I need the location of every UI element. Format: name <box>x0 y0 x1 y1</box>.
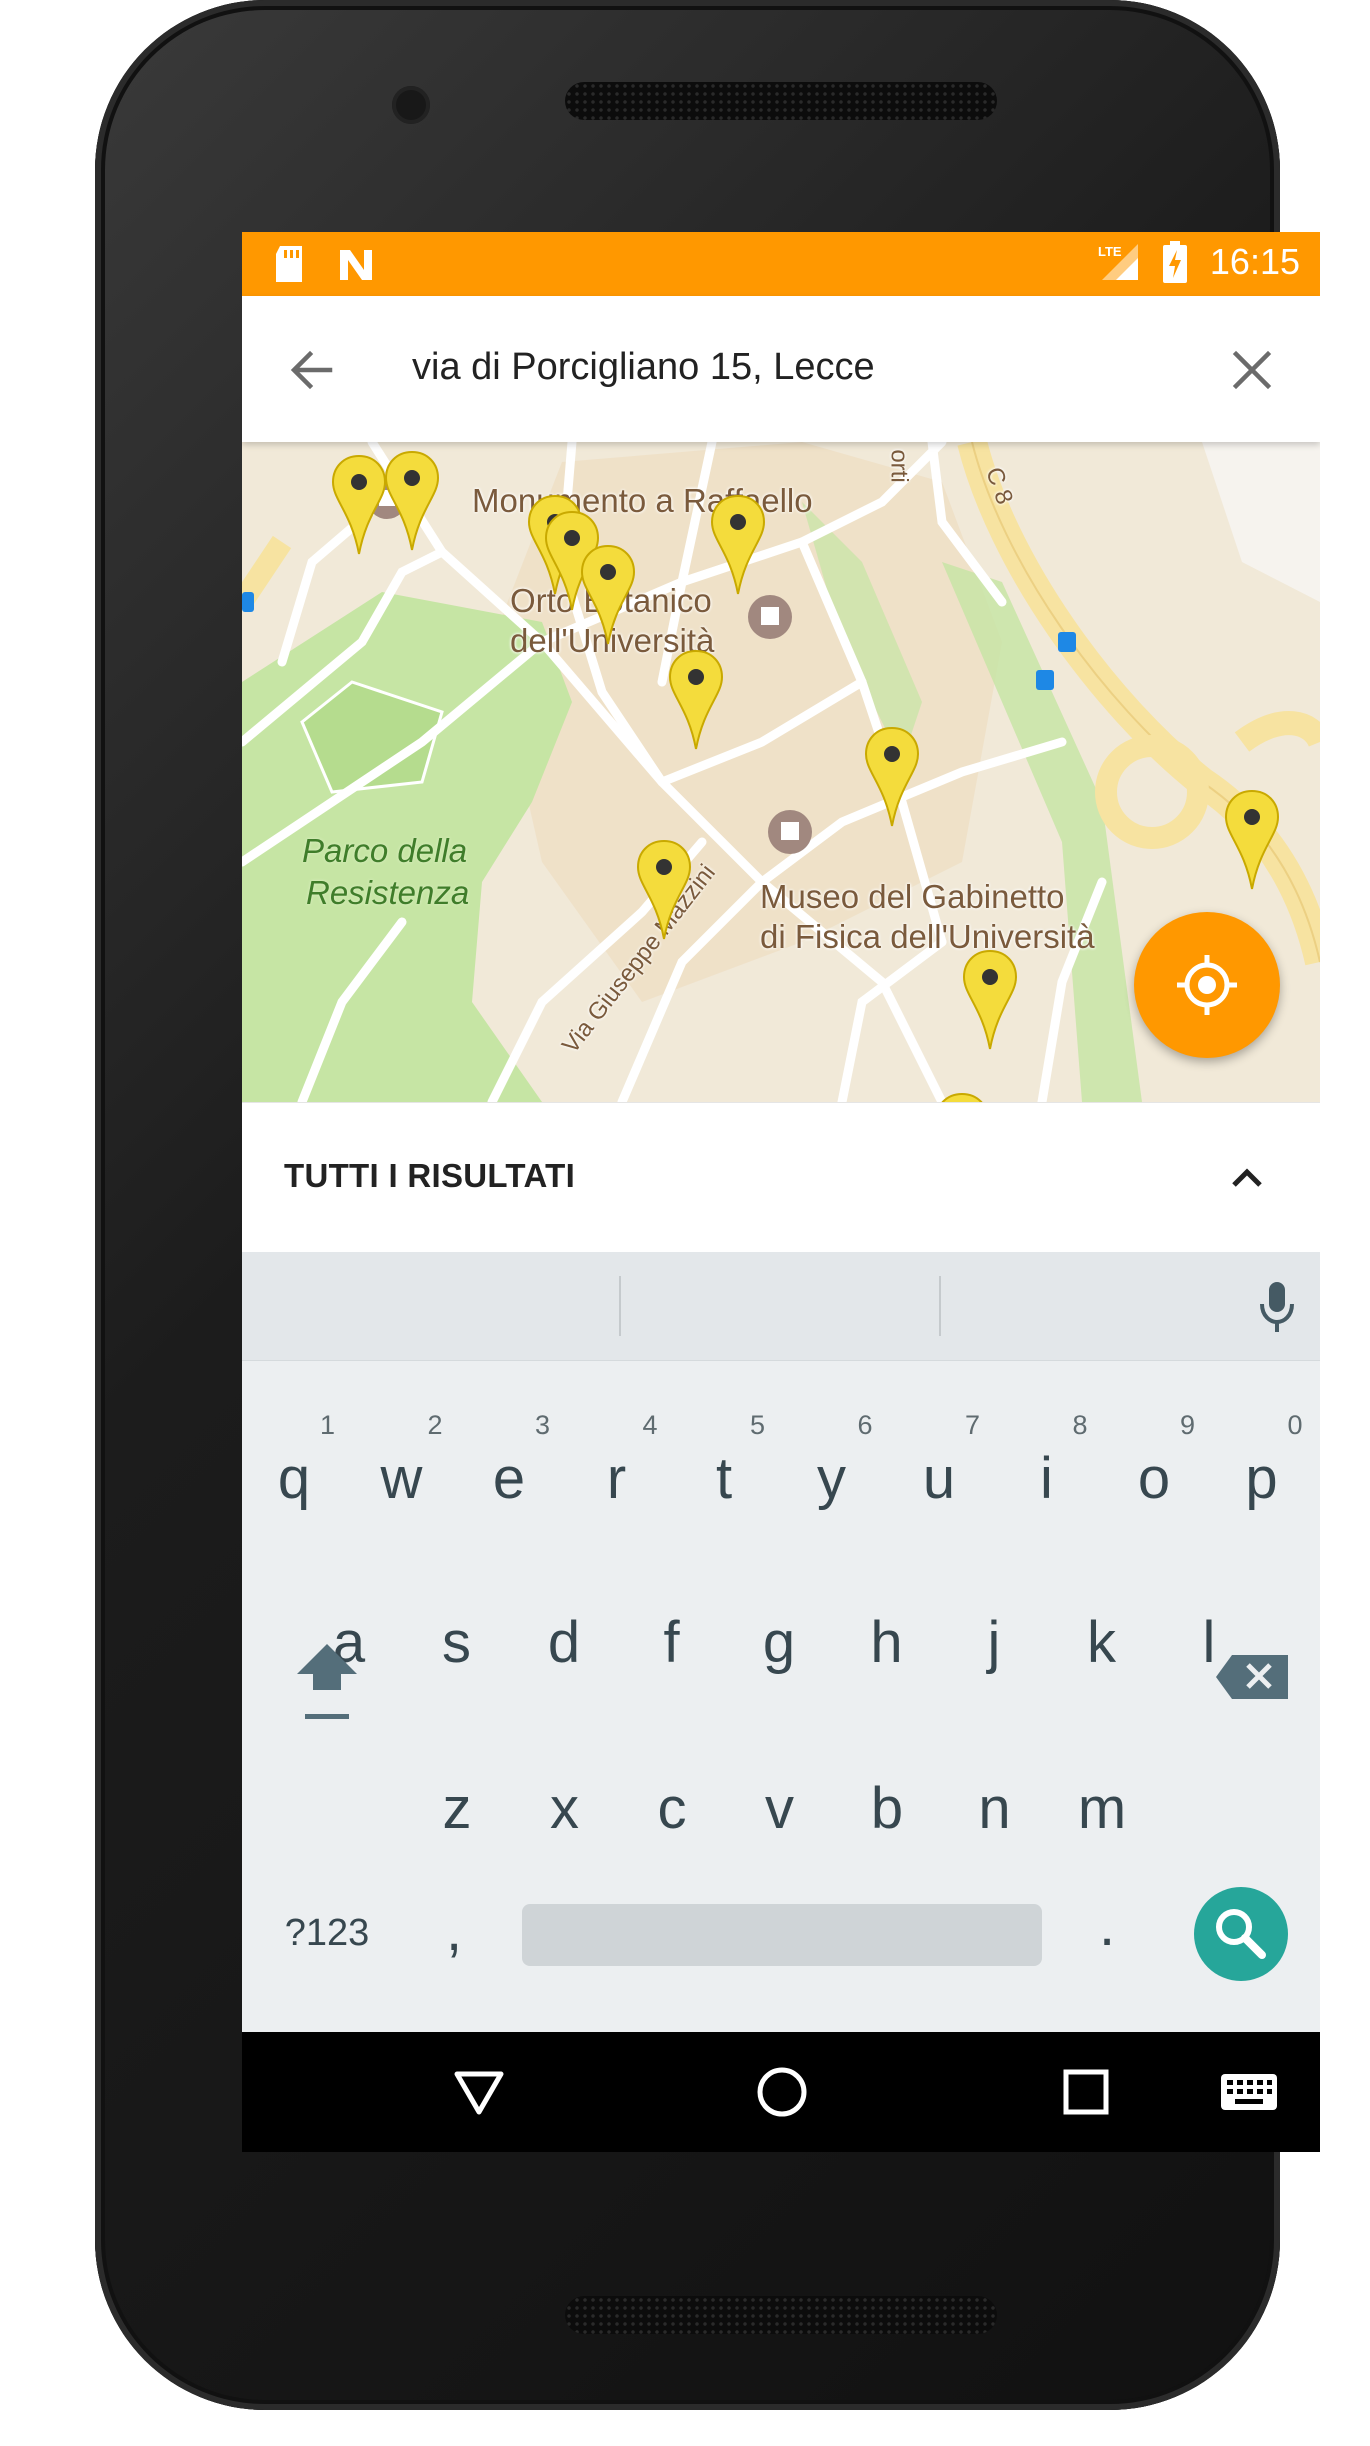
back-arrow-icon[interactable] <box>282 340 342 400</box>
navigation-bar <box>242 2032 1320 2152</box>
key-hint: 8 <box>1072 1410 1088 1440</box>
suggestion-strip <box>242 1252 1320 1361</box>
key-m[interactable]: m <box>1062 1780 1142 1838</box>
key-r[interactable]: r <box>577 1450 657 1508</box>
map-pin[interactable] <box>862 724 922 830</box>
suggestion-divider <box>939 1276 941 1336</box>
key-period[interactable]: . <box>1087 1897 1127 1955</box>
key-b[interactable]: b <box>847 1780 927 1838</box>
chevron-up-icon[interactable] <box>1222 1153 1272 1203</box>
key-f[interactable]: f <box>632 1614 712 1672</box>
map-label-road-top: orti <box>885 449 913 483</box>
map-label-park-2: Resistenza <box>306 874 470 911</box>
key-t[interactable]: t <box>684 1450 764 1508</box>
key-n[interactable]: n <box>955 1780 1035 1838</box>
key-s[interactable]: s <box>417 1614 497 1672</box>
key-hint: 3 <box>535 1410 551 1440</box>
screen: LTE 16:15 via di Porcigliano 15, Lecce M… <box>242 232 1320 2152</box>
home-circle-icon[interactable] <box>750 2060 814 2124</box>
key-hint: 5 <box>750 1410 766 1440</box>
map-label-park-1: Parco della <box>302 832 468 869</box>
keyboard: q1w2e3r4t5y6u7i8o9p0 asdfghjkl zxcvbnm ?… <box>242 1252 1320 2032</box>
results-panel[interactable]: TUTTI I RISULTATI <box>242 1102 1320 1253</box>
microphone-icon[interactable] <box>1252 1280 1302 1334</box>
back-triangle-icon[interactable] <box>447 2060 511 2124</box>
key-d[interactable]: d <box>524 1614 604 1672</box>
key-j[interactable]: j <box>954 1614 1034 1672</box>
key-symbols[interactable]: ?123 <box>272 1914 382 1952</box>
map-label-museum-2: di Fisica dell'Università <box>760 918 1095 955</box>
map-pin[interactable] <box>1222 787 1282 893</box>
phone-frame: LTE 16:15 via di Porcigliano 15, Lecce M… <box>95 0 1320 2410</box>
search-bar: via di Porcigliano 15, Lecce <box>242 296 1320 442</box>
my-location-button[interactable] <box>1134 912 1280 1058</box>
bottom-speaker <box>565 2296 997 2334</box>
key-hint: 9 <box>1180 1410 1196 1440</box>
key-z[interactable]: z <box>417 1780 497 1838</box>
key-hint: 4 <box>642 1410 658 1440</box>
shift-icon[interactable] <box>287 1632 367 1732</box>
key-o[interactable]: o <box>1114 1450 1194 1508</box>
sd-card-icon <box>276 246 302 282</box>
key-hint: 2 <box>427 1410 443 1440</box>
map-pin[interactable] <box>708 492 768 598</box>
map-pin[interactable] <box>666 647 726 753</box>
key-h[interactable]: h <box>847 1614 927 1672</box>
key-i[interactable]: i <box>1007 1450 1087 1508</box>
map-pin[interactable] <box>634 837 694 943</box>
keyboard-switch-icon[interactable] <box>1217 2060 1281 2124</box>
backspace-icon[interactable] <box>1214 1647 1294 1707</box>
key-g[interactable]: g <box>739 1614 819 1672</box>
key-y[interactable]: y <box>792 1450 872 1508</box>
key-hint: 7 <box>965 1410 981 1440</box>
key-hint: 1 <box>320 1410 336 1440</box>
map-pin[interactable] <box>932 1090 992 1102</box>
key-u[interactable]: u <box>899 1450 979 1508</box>
crosshair-icon <box>1177 955 1237 1015</box>
key-hint: 6 <box>857 1410 873 1440</box>
key-search[interactable] <box>1194 1887 1288 1981</box>
map-pin[interactable] <box>578 542 638 648</box>
front-camera <box>392 86 430 124</box>
lte-signal-icon: LTE <box>1098 244 1138 280</box>
search-input[interactable]: via di Porcigliano 15, Lecce <box>412 346 875 389</box>
suggestion-divider <box>619 1276 621 1336</box>
close-icon[interactable] <box>1222 340 1282 400</box>
map-label-museum-1: Museo del Gabinetto <box>760 878 1065 915</box>
status-bar: LTE 16:15 <box>242 232 1320 296</box>
results-title: TUTTI I RISULTATI <box>284 1157 576 1194</box>
key-space[interactable] <box>522 1904 1042 1966</box>
key-q[interactable]: q <box>254 1450 334 1508</box>
top-speaker <box>565 82 997 120</box>
map-pin[interactable] <box>960 947 1020 1053</box>
key-k[interactable]: k <box>1062 1614 1142 1672</box>
key-comma[interactable]: , <box>434 1902 474 1960</box>
battery-charging-icon <box>1162 241 1187 283</box>
key-c[interactable]: c <box>632 1780 712 1838</box>
key-p[interactable]: p <box>1222 1450 1302 1508</box>
svg-text:LTE: LTE <box>1098 244 1122 259</box>
map-pin[interactable] <box>329 452 389 558</box>
status-time: 16:15 <box>1209 241 1300 282</box>
search-icon <box>1216 1909 1266 1959</box>
key-hint: 0 <box>1287 1410 1303 1440</box>
key-v[interactable]: v <box>740 1780 820 1838</box>
map-pin[interactable] <box>382 448 442 554</box>
key-x[interactable]: x <box>525 1780 605 1838</box>
recents-square-icon[interactable] <box>1054 2060 1118 2124</box>
key-e[interactable]: e <box>469 1450 549 1508</box>
key-w[interactable]: w <box>362 1450 442 1508</box>
n-icon <box>340 250 372 280</box>
